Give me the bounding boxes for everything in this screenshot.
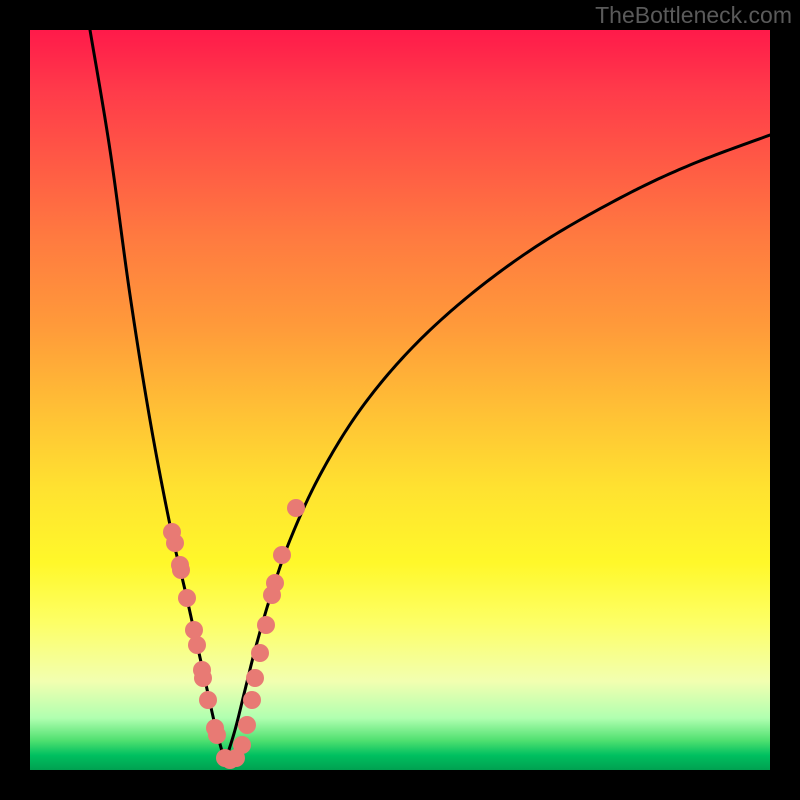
- data-marker: [172, 561, 190, 579]
- data-marker: [257, 616, 275, 634]
- curve-branch: [90, 30, 225, 762]
- curve-branch: [225, 135, 770, 762]
- chart-frame: TheBottleneck.com: [0, 0, 800, 800]
- data-marker: [178, 589, 196, 607]
- data-marker: [243, 691, 261, 709]
- data-marker: [266, 574, 284, 592]
- plot-area: [30, 30, 770, 770]
- data-marker: [233, 736, 251, 754]
- data-marker: [208, 726, 226, 744]
- data-marker: [188, 636, 206, 654]
- data-marker: [251, 644, 269, 662]
- data-marker: [166, 534, 184, 552]
- data-marker: [199, 691, 217, 709]
- data-marker: [185, 621, 203, 639]
- data-marker: [194, 669, 212, 687]
- data-marker: [273, 546, 291, 564]
- data-marker: [238, 716, 256, 734]
- data-marker: [246, 669, 264, 687]
- watermark-text: TheBottleneck.com: [595, 2, 792, 29]
- chart-svg: [30, 30, 770, 770]
- data-marker: [287, 499, 305, 517]
